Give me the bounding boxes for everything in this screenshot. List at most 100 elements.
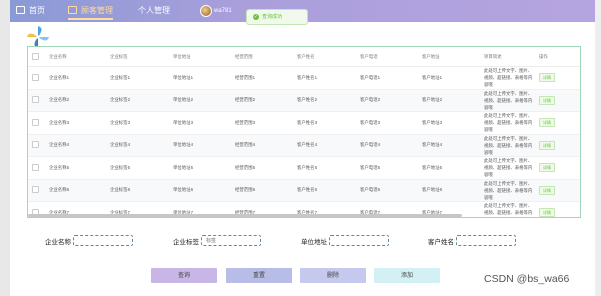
address-input[interactable] <box>329 235 389 246</box>
cell-address: 单位地址4 <box>169 134 231 157</box>
table-row[interactable]: 企业名称3 企业标签3 单位地址3 经营范围3 客户姓名3 客户电话3 客户地址… <box>28 111 580 135</box>
cell-company-name: 企业名称4 <box>45 134 106 157</box>
row-checkbox[interactable] <box>32 73 39 81</box>
row-select-cell <box>28 179 45 202</box>
company-name-input[interactable] <box>73 235 133 246</box>
cell-project-brief: 此处可上传文字、图片、视频、超链接、表格等内容哦 <box>480 134 535 157</box>
detail-button[interactable]: 详情 <box>539 163 555 173</box>
cell-customer-address: 客户地址2 <box>418 89 480 112</box>
cell-customer-name: 客户姓名2 <box>293 89 356 112</box>
header-address[interactable]: 单位地址 <box>169 47 231 67</box>
toast-message: 查询成功 <box>262 14 283 20</box>
cell-customer-name: 客户姓名3 <box>293 111 356 135</box>
row-select-cell <box>28 156 45 180</box>
cell-company-name: 企业名称3 <box>45 111 106 135</box>
row-checkbox[interactable] <box>32 186 39 194</box>
cell-company-name: 企业名称2 <box>45 89 106 112</box>
header-customer-name[interactable]: 客户姓名 <box>293 47 356 67</box>
header-company-tag[interactable]: 企业标签 <box>106 47 169 67</box>
cell-company-tag: 企业标签5 <box>106 156 169 180</box>
cell-address: 单位地址6 <box>169 179 231 202</box>
cell-customer-phone: 客户电话6 <box>356 179 418 202</box>
cell-company-name: 企业名称6 <box>45 179 106 202</box>
header-customer-address[interactable]: 客户地址 <box>418 47 480 67</box>
username: wa781 <box>214 8 232 14</box>
home-icon <box>16 5 25 14</box>
cell-customer-phone: 客户电话2 <box>356 89 418 112</box>
row-checkbox[interactable] <box>32 96 39 104</box>
cell-company-tag: 企业标签2 <box>106 89 169 112</box>
select-all-checkbox[interactable] <box>32 52 39 60</box>
filter-bar: 企业名称 企业标签 单位地址 客户姓名 <box>0 230 601 254</box>
header-company-name[interactable]: 企业名称 <box>45 47 106 67</box>
csdn-watermark: CSDN @bs_wa66 <box>484 273 570 285</box>
company-tag-input[interactable] <box>201 235 261 246</box>
nav-customer-management[interactable]: 顾客管理 <box>68 0 113 22</box>
filter-customer-name-label: 客户姓名 <box>428 239 454 246</box>
cell-address: 单位地址1 <box>169 66 231 90</box>
cell-business-scope: 经营范围6 <box>231 179 293 202</box>
cell-business-scope: 经营范围2 <box>231 89 293 112</box>
table-row[interactable]: 企业名称1 企业标签1 单位地址1 经营范围1 客户姓名1 客户电话1 客户地址… <box>28 66 580 90</box>
header-business-scope[interactable]: 经营范围 <box>231 47 293 67</box>
cell-project-brief: 此处可上传文字、图片、视频、超链接、表格等内容哦 <box>480 156 535 180</box>
cell-business-scope: 经营范围5 <box>231 156 293 180</box>
cell-actions: 详情 <box>535 201 580 217</box>
query-button[interactable]: 查询 <box>151 268 217 283</box>
cell-customer-phone: 客户电话5 <box>356 156 418 180</box>
customer-table: 企业名称 企业标签 单位地址 经营范围 客户姓名 客户电话 客户地址 项目简述 … <box>27 46 581 218</box>
cell-business-scope: 经营范围1 <box>231 66 293 90</box>
cell-project-brief: 此处可上传文字、图片、视频、超链接、表格等内容哦 <box>480 201 535 217</box>
table-header-row: 企业名称 企业标签 单位地址 经营范围 客户姓名 客户电话 客户地址 项目简述 … <box>28 47 580 67</box>
filter-company-tag-label: 企业标签 <box>173 239 199 246</box>
header-customer-phone[interactable]: 客户电话 <box>356 47 418 67</box>
nav-personal-management[interactable]: 个人管理 <box>138 0 170 22</box>
header-project-brief[interactable]: 项目简述 <box>480 47 535 67</box>
cell-business-scope: 经营范围3 <box>231 111 293 135</box>
nav-home[interactable]: 首页 <box>16 0 45 22</box>
cell-customer-name: 客户姓名6 <box>293 179 356 202</box>
row-checkbox[interactable] <box>32 163 39 171</box>
cell-customer-address: 客户地址3 <box>418 111 480 135</box>
avatar[interactable] <box>200 5 212 17</box>
detail-button[interactable]: 详情 <box>539 140 555 150</box>
detail-button[interactable]: 详情 <box>539 118 555 128</box>
cell-actions: 详情 <box>535 111 580 135</box>
table-row[interactable]: 企业名称2 企业标签2 单位地址2 经营范围2 客户姓名2 客户电话2 客户地址… <box>28 89 580 112</box>
customer-name-input[interactable] <box>456 235 516 246</box>
cell-company-tag: 企业标签6 <box>106 179 169 202</box>
filter-company-name-label: 企业名称 <box>45 239 71 246</box>
table-row[interactable]: 企业名称4 企业标签4 单位地址4 经营范围4 客户姓名4 客户电话4 客户地址… <box>28 134 580 157</box>
detail-button[interactable]: 详情 <box>539 208 555 217</box>
cell-customer-phone: 客户电话3 <box>356 111 418 135</box>
cell-company-name: 企业名称1 <box>45 66 106 90</box>
reset-button[interactable]: 重置 <box>226 268 292 283</box>
nav-personal-label: 个人管理 <box>138 6 170 15</box>
detail-button[interactable]: 详情 <box>539 95 555 105</box>
cell-project-brief: 此处可上传文字、图片、视频、超链接、表格等内容哦 <box>480 111 535 135</box>
delete-button[interactable]: 删除 <box>300 268 366 283</box>
cell-customer-name: 客户姓名1 <box>293 66 356 90</box>
row-checkbox[interactable] <box>32 141 39 149</box>
select-all-cell <box>28 47 45 67</box>
add-button[interactable]: 添加 <box>374 268 440 283</box>
cell-address: 单位地址5 <box>169 156 231 180</box>
table-row[interactable]: 企业名称6 企业标签6 单位地址6 经营范围6 客户姓名6 客户电话6 客户地址… <box>28 179 580 202</box>
row-checkbox[interactable] <box>32 118 39 126</box>
cell-customer-address: 客户地址6 <box>418 179 480 202</box>
cell-company-tag: 企业标签3 <box>106 111 169 135</box>
cell-project-brief: 此处可上传文字、图片、视频、超链接、表格等内容哦 <box>480 66 535 90</box>
cell-company-tag: 企业标签4 <box>106 134 169 157</box>
check-circle-icon: ✓ <box>253 14 259 20</box>
horizontal-scrollbar[interactable] <box>28 214 462 217</box>
cell-customer-address: 客户地址1 <box>418 66 480 90</box>
table-row[interactable]: 企业名称5 企业标签5 单位地址5 经营范围5 客户姓名5 客户电话5 客户地址… <box>28 156 580 180</box>
cell-customer-name: 客户姓名4 <box>293 134 356 157</box>
success-toast: ✓ 查询成功 <box>246 9 308 25</box>
cell-customer-address: 客户地址5 <box>418 156 480 180</box>
cell-business-scope: 经营范围4 <box>231 134 293 157</box>
row-select-cell <box>28 111 45 135</box>
detail-button[interactable]: 详情 <box>539 185 555 195</box>
detail-button[interactable]: 详情 <box>539 73 555 83</box>
nav-home-label: 首页 <box>29 6 45 15</box>
